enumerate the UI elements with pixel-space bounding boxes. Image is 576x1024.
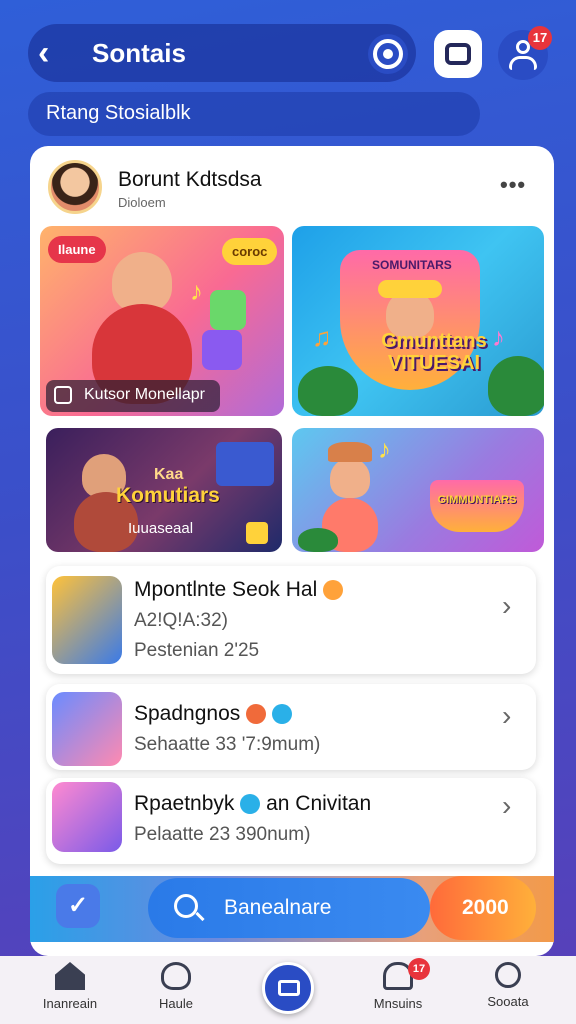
envelope-icon (278, 980, 300, 996)
tile-speech-bubble: coroc (222, 238, 278, 265)
home-icon (55, 962, 85, 990)
back-button[interactable]: ‹ (38, 36, 64, 70)
nav-label: Haule (159, 996, 193, 1011)
search-icon (174, 894, 198, 918)
heart-icon (161, 962, 191, 990)
tile-badge-text: SOMUNITARS (372, 258, 452, 272)
chevron-right-icon[interactable]: › (502, 590, 511, 622)
notification-badge: 17 (528, 26, 552, 50)
compose-button[interactable] (262, 962, 314, 1014)
list-thumbnail (52, 692, 122, 766)
top-bar (28, 24, 416, 82)
caption-icon (54, 386, 72, 404)
nav-search[interactable]: Sooata (468, 962, 548, 1009)
search-icon (495, 962, 521, 988)
list-thumbnail (52, 576, 122, 664)
list-item-title: Mpontlnte Seok Hal (134, 578, 344, 602)
bell-badge: 17 (408, 958, 430, 980)
list-thumbnail (52, 782, 122, 852)
emoji-icon (240, 794, 261, 815)
nav-label: Sooata (487, 994, 529, 1009)
nav-label: Mnsuins (373, 996, 423, 1011)
list-item-title: Rpaetnbyk an Cnivitan (134, 792, 372, 815)
user-subtitle: Dioloem (118, 195, 166, 210)
tile-tag: Ilaune (48, 236, 106, 263)
tile-kicker: Kaa (154, 466, 184, 483)
user-name[interactable]: Borunt Kdtsdsa (118, 168, 262, 192)
list-item-subtitle: Pelaatte 23 390num) (134, 824, 311, 845)
square-icon[interactable] (434, 30, 482, 78)
tile-caption-text: Kutsor Monellapr (84, 386, 205, 403)
tile-title: Komutiars (116, 484, 220, 507)
avatar[interactable] (48, 160, 102, 214)
cta-label: Banealnare (224, 896, 332, 919)
tile-title: GIMMUNTIARS (437, 494, 517, 506)
community-badge (430, 480, 524, 532)
nav-label: Inanreain (42, 996, 98, 1011)
list-item-subtitle: Sehaatte 33 '7:9mum) (134, 734, 321, 755)
list-item-title: Spadngnos (134, 702, 292, 726)
target-icon[interactable] (368, 34, 408, 74)
more-options-icon[interactable]: ••• (500, 172, 526, 198)
chevron-right-icon[interactable]: › (502, 790, 511, 822)
verified-icon (271, 704, 292, 725)
nav-home[interactable]: Inanreain (30, 962, 110, 1011)
count-value: 2000 (462, 896, 509, 919)
tile-subtitle: Iuuaseaal (128, 520, 194, 537)
chevron-right-icon[interactable]: › (502, 700, 511, 732)
list-item-subtitle: A2!Q!A:32) (134, 610, 228, 631)
tile-title: Gmunttans VITUESAI (381, 330, 487, 374)
app-shortcut-icon[interactable]: ✓ (56, 884, 100, 928)
search-input[interactable]: Rtang Stosialblk (46, 102, 191, 125)
emoji-icon (323, 580, 344, 601)
nav-heart[interactable]: Haule (136, 962, 216, 1011)
emoji-icon (246, 704, 267, 725)
list-item-meta: Pestenian 2'25 (134, 640, 260, 661)
page-title: Sontais (92, 38, 186, 68)
